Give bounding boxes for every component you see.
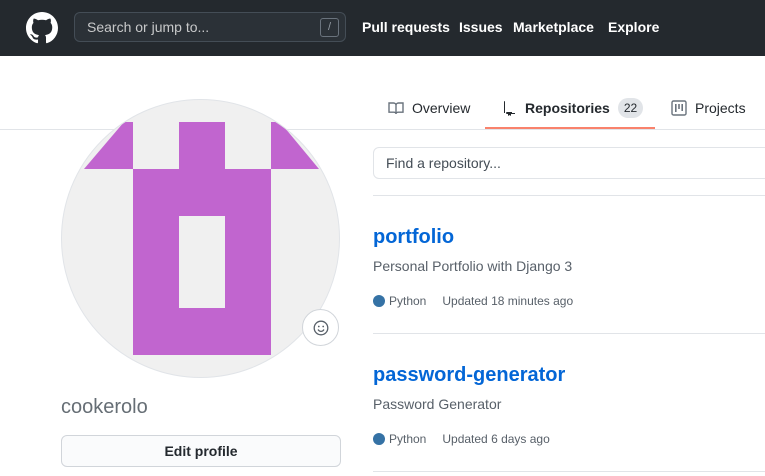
repo-updated: Updated 6 days ago bbox=[442, 432, 550, 446]
avatar[interactable] bbox=[61, 99, 340, 378]
nav-pull-requests[interactable]: Pull requests bbox=[362, 19, 450, 35]
repo-link-password-generator[interactable]: password-generator bbox=[373, 364, 565, 387]
tab-overview[interactable]: Overview bbox=[388, 86, 470, 129]
project-icon bbox=[671, 99, 687, 116]
search-shortcut-key: / bbox=[320, 18, 339, 37]
repo-description: Personal Portfolio with Django 3 bbox=[373, 258, 573, 274]
profile-username: cookerolo bbox=[61, 396, 148, 418]
list-divider bbox=[373, 471, 765, 472]
tab-label: Projects bbox=[695, 99, 746, 116]
set-status-button[interactable] bbox=[302, 309, 339, 346]
nav-explore[interactable]: Explore bbox=[608, 19, 659, 35]
repo-link-portfolio[interactable]: portfolio bbox=[373, 226, 454, 249]
book-icon bbox=[388, 101, 404, 114]
global-header: / Pull requests Issues Marketplace Explo… bbox=[0, 0, 765, 56]
tab-label: Overview bbox=[412, 99, 471, 116]
repo-language: Python bbox=[389, 432, 427, 446]
repo-meta: Python Updated 18 minutes ago bbox=[373, 294, 573, 308]
find-repository-input[interactable] bbox=[373, 147, 765, 179]
github-logo-icon[interactable] bbox=[26, 12, 58, 44]
list-divider bbox=[373, 195, 765, 196]
repo-count-badge: 22 bbox=[617, 97, 644, 118]
nav-issues[interactable]: Issues bbox=[459, 19, 503, 35]
tab-repositories[interactable]: Repositories 22 bbox=[503, 86, 644, 129]
repo-description: Password Generator bbox=[373, 396, 502, 412]
search-input[interactable] bbox=[87, 13, 307, 41]
smiley-icon bbox=[313, 320, 328, 335]
repo-meta: Python Updated 6 days ago bbox=[373, 432, 550, 446]
edit-profile-button[interactable]: Edit profile bbox=[61, 435, 341, 467]
repo-icon bbox=[504, 100, 515, 116]
language-color-dot bbox=[373, 433, 385, 445]
tab-projects[interactable]: Projects bbox=[671, 86, 746, 129]
global-search[interactable]: / bbox=[74, 12, 346, 42]
tab-label: Repositories bbox=[525, 99, 610, 116]
list-divider bbox=[373, 333, 765, 334]
identicon-image bbox=[84, 122, 319, 355]
nav-marketplace[interactable]: Marketplace bbox=[513, 19, 594, 35]
repo-updated: Updated 18 minutes ago bbox=[442, 294, 574, 308]
repo-language: Python bbox=[389, 294, 427, 308]
language-color-dot bbox=[373, 295, 385, 307]
